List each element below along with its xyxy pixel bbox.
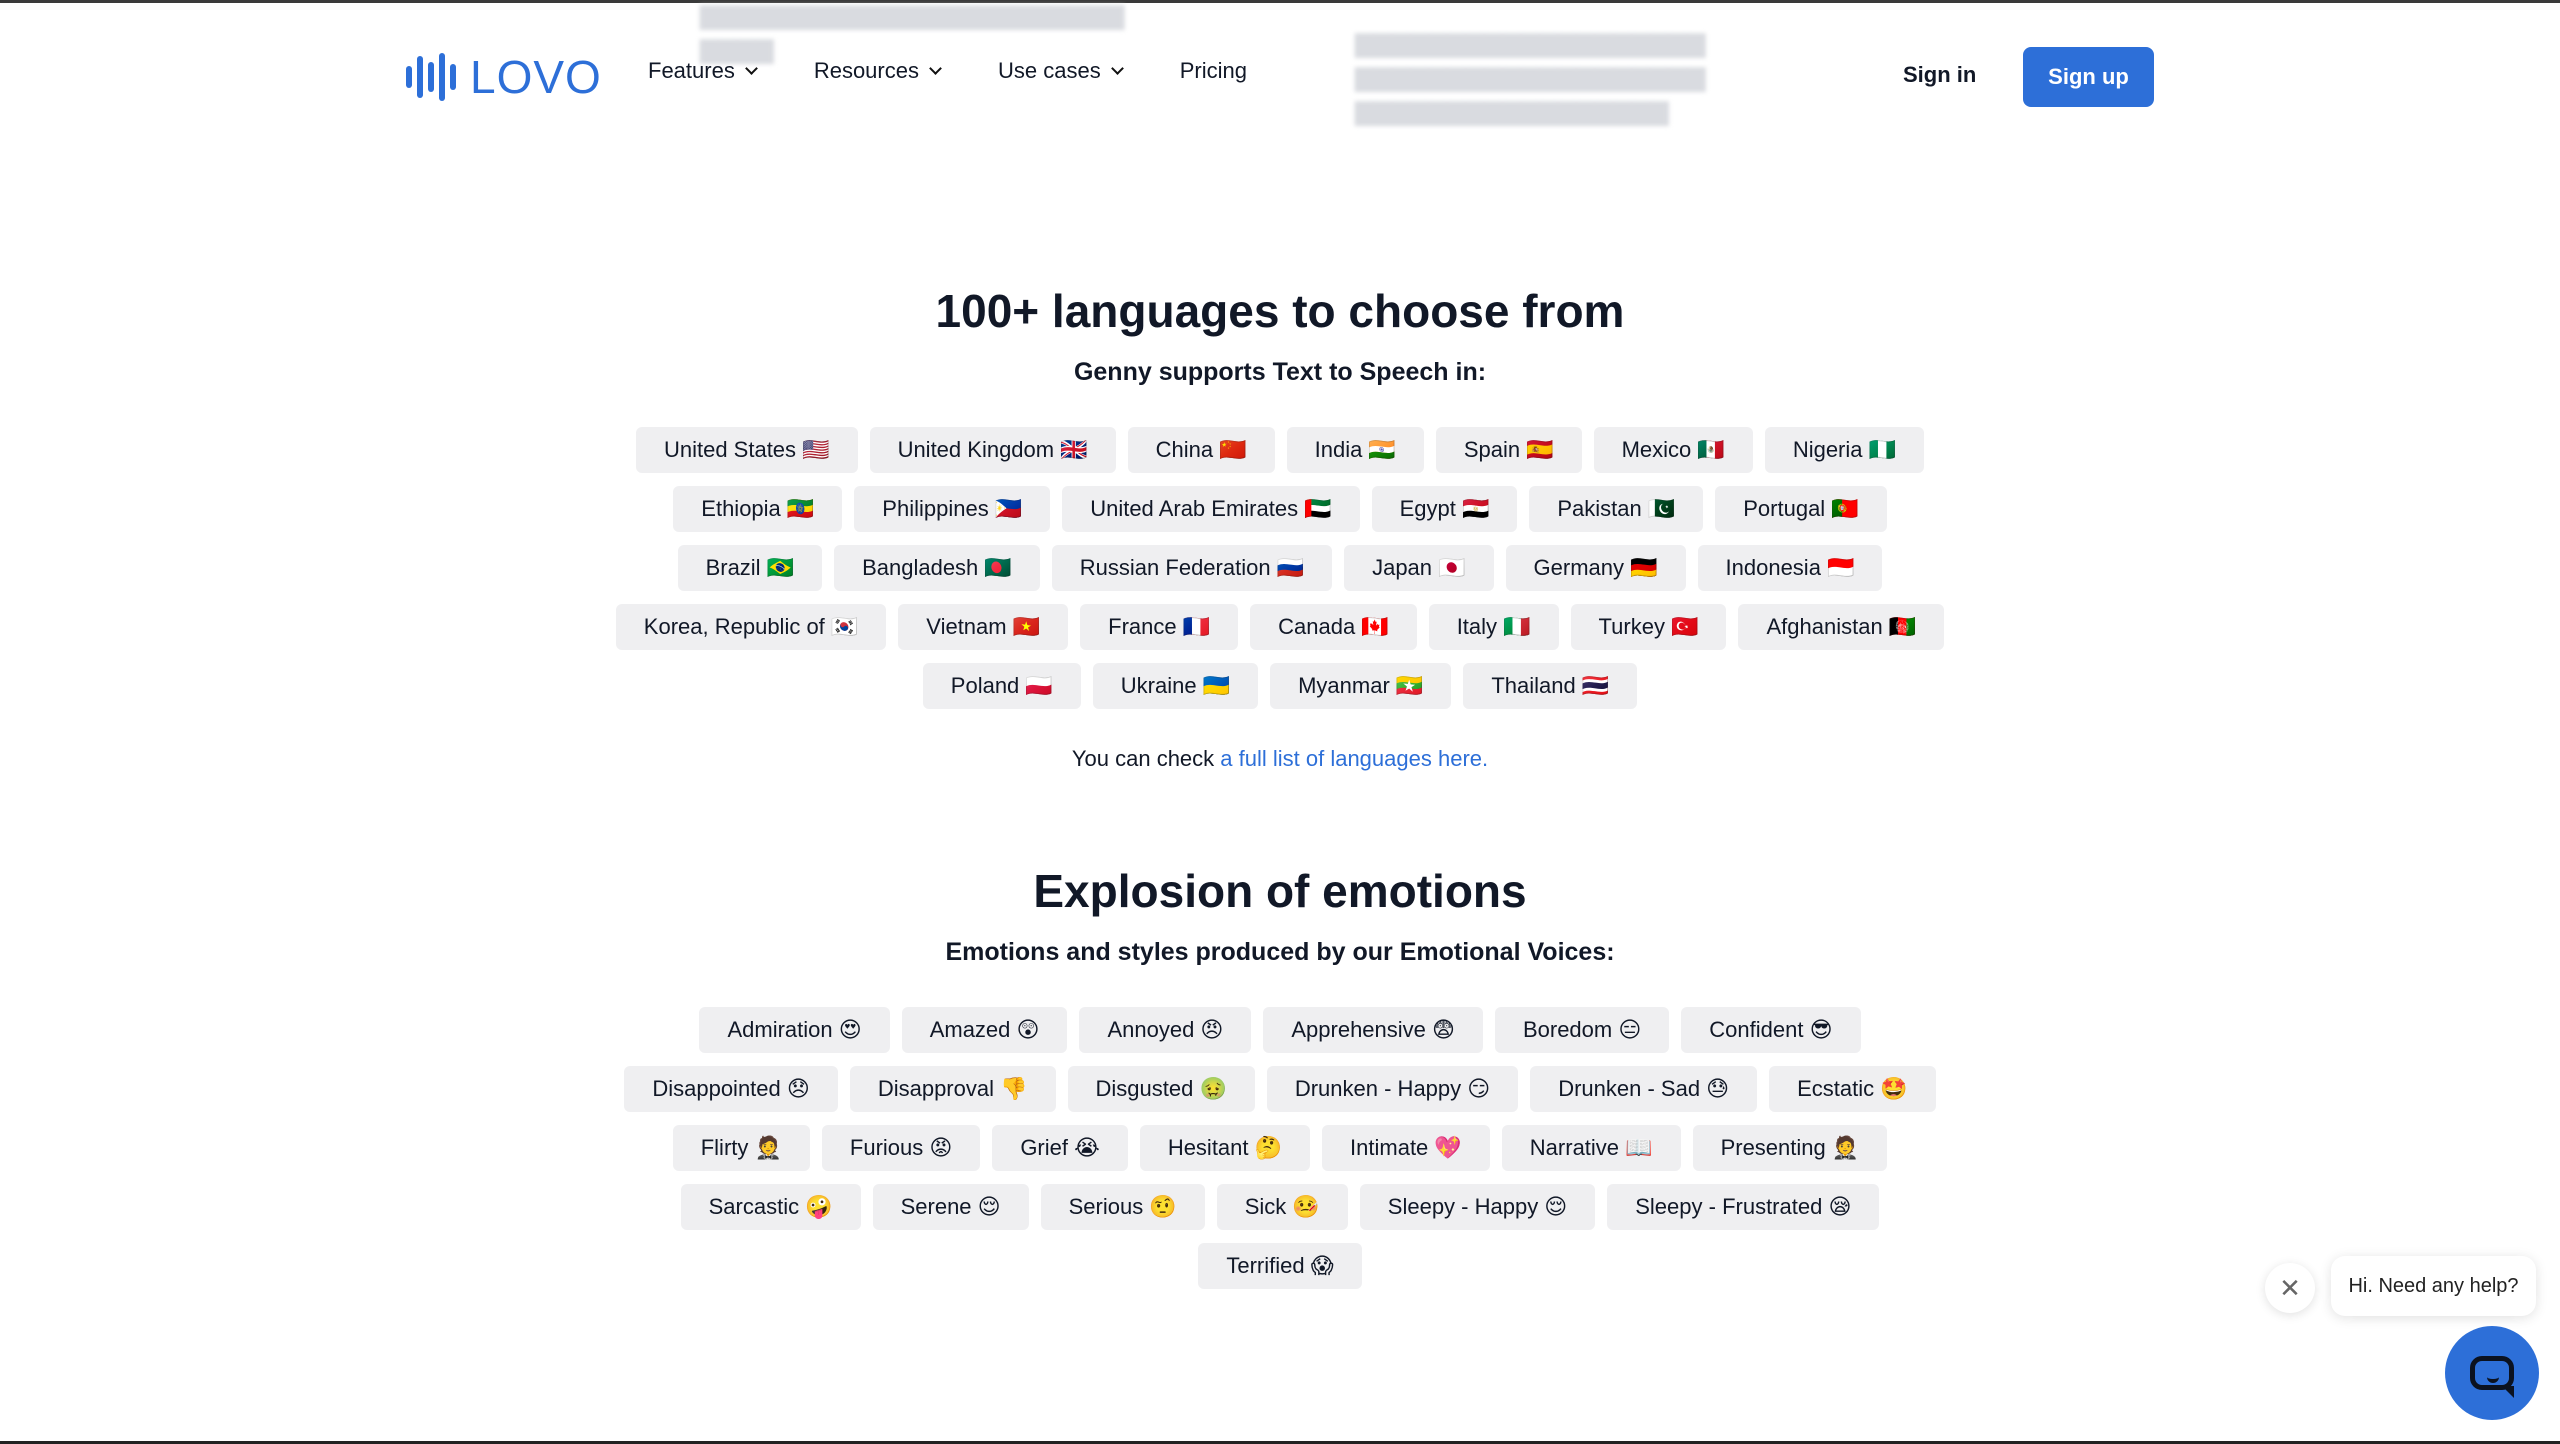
language-chip: Germany 🇩🇪	[1505, 545, 1686, 591]
emotion-chip: Disgusted 🤢	[1067, 1066, 1255, 1112]
language-chip: Spain 🇪🇸	[1435, 427, 1582, 473]
emotion-chip: Intimate 💖	[1322, 1125, 1490, 1171]
language-chip: France 🇫🇷	[1080, 604, 1239, 650]
emotion-chip: Amazed 😲	[901, 1007, 1068, 1053]
emotion-chip: Disapproval 👎	[849, 1066, 1056, 1112]
emotion-chip: Apprehensive 😨	[1263, 1007, 1483, 1053]
language-chip: Thailand 🇹🇭	[1463, 663, 1638, 709]
emotion-chip-list: Admiration 😍 Amazed 😲 Annoyed 😠 Apprehensiv…	[600, 1007, 1960, 1289]
emotion-chip: Confident 😎	[1681, 1007, 1861, 1053]
emotion-chip: Serious 🤨	[1040, 1184, 1205, 1230]
emotion-chip: Hesitant 🤔	[1139, 1125, 1311, 1171]
chevron-down-icon	[744, 61, 758, 75]
sign-in-link[interactable]: Sign in	[1903, 62, 1976, 88]
emotion-chip: Drunken - Sad 😓	[1530, 1066, 1758, 1112]
site-header: LOVO Features Resources Use cases Pricin…	[0, 0, 2560, 150]
languages-check-line: You can check a full list of languages h…	[0, 746, 2560, 772]
emotion-chip: Flirty 🤵	[672, 1125, 810, 1171]
language-chip: United Arab Emirates 🇦🇪	[1062, 486, 1360, 532]
emotion-chip: Sleepy - Happy 😌	[1359, 1184, 1596, 1230]
language-chip: Canada 🇨🇦	[1250, 604, 1417, 650]
language-chip: China 🇨🇳	[1127, 427, 1275, 473]
language-chip: Vietnam 🇻🇳	[898, 604, 1069, 650]
emotion-chip: Presenting 🤵	[1692, 1125, 1888, 1171]
lovo-logo[interactable]: LOVO	[406, 50, 602, 104]
chevron-down-icon	[1110, 61, 1124, 75]
nav-label: Use cases	[997, 58, 1101, 83]
nav-label: Resources	[813, 58, 919, 83]
language-chip: Indonesia 🇮🇩	[1697, 545, 1883, 591]
language-chip: United States 🇺🇸	[635, 427, 858, 473]
language-chip: Japan 🇯🇵	[1344, 545, 1494, 591]
nav-resources[interactable]: Resources	[813, 58, 942, 84]
language-chip: Pakistan 🇵🇰	[1529, 486, 1704, 532]
nav-use-cases[interactable]: Use cases	[997, 58, 1124, 84]
emotion-chip: Sick 🤒	[1216, 1184, 1348, 1230]
chat-help-prompt[interactable]: Hi. Need any help?	[2331, 1256, 2536, 1316]
language-chip: Ethiopia 🇪🇹	[673, 486, 843, 532]
main-nav: Features Resources Use cases Pricing	[648, 58, 1305, 84]
language-chip: Mexico 🇲🇽	[1593, 427, 1753, 473]
language-chip: Brazil 🇧🇷	[677, 545, 823, 591]
emotion-chip: Terrified 😱	[1198, 1243, 1362, 1289]
emotions-title: Explosion of emotions	[1033, 865, 1527, 917]
language-chip: Poland 🇵🇱	[922, 663, 1081, 709]
language-chip: Afghanistan 🇦🇫	[1738, 604, 1945, 650]
language-chip: Russian Federation 🇷🇺	[1051, 545, 1333, 591]
emotion-chip: Sleepy - Frustrated 😪	[1607, 1184, 1880, 1230]
language-chip: Egypt 🇪🇬	[1371, 486, 1518, 532]
nav-label: Features	[648, 58, 735, 83]
emotion-chip: Narrative 📖	[1501, 1125, 1681, 1171]
emotion-chip: Admiration 😍	[699, 1007, 890, 1053]
emotion-chip: Sarcastic 🤪	[680, 1184, 861, 1230]
emotion-chip: Grief 😭	[992, 1125, 1128, 1171]
language-chip: Portugal 🇵🇹	[1715, 486, 1887, 532]
emotions-subtitle: Emotions and styles produced by our Emot…	[945, 938, 1615, 966]
language-chip: Turkey 🇹🇷	[1570, 604, 1727, 650]
language-chip-list: United States 🇺🇸 United Kingdom 🇬🇧 China 🇨…	[600, 427, 1960, 709]
chat-icon	[2470, 1356, 2514, 1398]
nav-label: Pricing	[1179, 58, 1247, 83]
languages-title: 100+ languages to choose from	[935, 285, 1625, 337]
close-chat-prompt-button[interactable]: ✕	[2265, 1263, 2315, 1313]
languages-subtitle: Genny supports Text to Speech in:	[1073, 358, 1487, 386]
emotion-chip: Annoyed 😠	[1079, 1007, 1252, 1053]
language-chip: United Kingdom 🇬🇧	[869, 427, 1116, 473]
close-icon: ✕	[2279, 1272, 2301, 1303]
language-chip: Bangladesh 🇧🇩	[834, 545, 1040, 591]
language-chip: Nigeria 🇳🇬	[1764, 427, 1925, 473]
logo-text: LOVO	[470, 51, 602, 103]
emotion-chip: Boredom 😑	[1494, 1007, 1670, 1053]
chat-launcher-button[interactable]	[2445, 1326, 2539, 1420]
language-chip: Philippines 🇵🇭	[854, 486, 1051, 532]
emotion-chip: Serene 😌	[872, 1184, 1029, 1230]
chevron-down-icon	[929, 61, 942, 75]
check-prefix: You can check	[1071, 746, 1221, 771]
waveform-icon	[406, 53, 456, 101]
language-chip: India 🇮🇳	[1286, 427, 1424, 473]
chat-help-text: Hi. Need any help?	[2348, 1274, 2519, 1297]
nav-pricing[interactable]: Pricing	[1180, 58, 1247, 84]
emotion-chip: Disappointed 😞	[624, 1066, 838, 1112]
emotion-chip: Furious 😡	[821, 1125, 981, 1171]
language-chip: Italy 🇮🇹	[1428, 604, 1559, 650]
sign-up-button[interactable]: Sign up	[2023, 47, 2154, 107]
full-language-list-link[interactable]: a full list of languages here.	[1220, 746, 1488, 771]
language-chip: Myanmar 🇲🇲	[1270, 663, 1452, 709]
language-chip: Ukraine 🇺🇦	[1092, 663, 1259, 709]
nav-features[interactable]: Features	[648, 58, 758, 84]
emotion-chip: Drunken - Happy 😏	[1266, 1066, 1519, 1112]
emotion-chip: Ecstatic 🤩	[1769, 1066, 1936, 1112]
language-chip: Korea, Republic of 🇰🇷	[615, 604, 887, 650]
